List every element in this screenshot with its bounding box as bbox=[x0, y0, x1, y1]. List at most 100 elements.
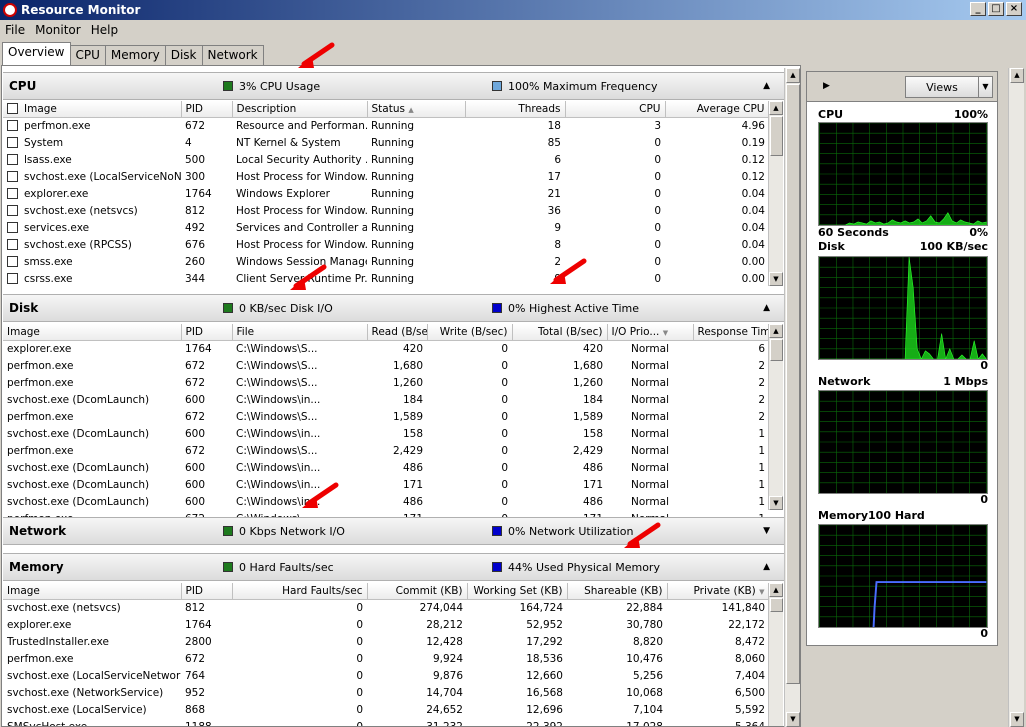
collapse-icon[interactable]: ▲ bbox=[763, 562, 770, 572]
disk-section-header[interactable]: Disk 0 KB/sec Disk I/O 0% Highest Active… bbox=[3, 294, 784, 322]
scroll-thumb[interactable] bbox=[786, 84, 800, 684]
cpu-col-threads[interactable]: Threads bbox=[465, 101, 566, 118]
table-row[interactable]: perfmon.exe 672 C:\Windows\S... 1,680 0 1,680… bbox=[3, 357, 769, 374]
row-checkbox[interactable] bbox=[7, 256, 18, 267]
row-checkbox[interactable] bbox=[7, 205, 18, 216]
disk-col-file[interactable]: File bbox=[232, 324, 368, 341]
scroll-thumb[interactable] bbox=[770, 116, 783, 156]
scroll-down-icon[interactable]: ▼ bbox=[786, 712, 800, 727]
tab-disk[interactable]: Disk bbox=[164, 45, 203, 65]
table-row[interactable]: svchost.exe (DcomLaunch) 600 C:\Windows\in… bbox=[3, 459, 769, 476]
scroll-up-icon[interactable]: ▲ bbox=[1010, 68, 1024, 83]
scroll-up-icon[interactable]: ▲ bbox=[769, 324, 783, 338]
table-row[interactable]: SMSvcHost.exe 1188 0 31,232 22,392 17,028 5,36… bbox=[3, 718, 769, 727]
scroll-up-icon[interactable]: ▲ bbox=[769, 101, 783, 115]
mem-col-hard-faults[interactable]: Hard Faults/sec bbox=[232, 583, 368, 600]
mem-col-image[interactable]: Image bbox=[3, 583, 182, 600]
minimize-button[interactable]: _ bbox=[970, 2, 986, 16]
menu-help[interactable]: Help bbox=[86, 23, 123, 37]
memory-table-scrollbar[interactable]: ▲ bbox=[768, 583, 783, 726]
disk-col-io-priority[interactable]: I/O Prio... ▼ bbox=[607, 324, 694, 341]
views-dropdown[interactable]: Views ▼ bbox=[905, 76, 993, 98]
table-row[interactable]: perfmon.exe 672 Resource and Performan... R… bbox=[3, 117, 769, 134]
disk-col-response-time[interactable]: Response Time... bbox=[693, 324, 770, 341]
graph-pane-scrollbar[interactable]: ▲ ▼ bbox=[1008, 68, 1024, 727]
table-row[interactable]: svchost.exe (netsvcs) 812 0 274,044 164,724 2… bbox=[3, 599, 769, 616]
table-row[interactable]: explorer.exe 1764 0 28,212 52,952 30,780 22,17… bbox=[3, 616, 769, 633]
cpu-section-header[interactable]: CPU 3% CPU Usage 100% Maximum Frequency … bbox=[3, 72, 784, 100]
disk-col-total[interactable]: Total (B/sec) bbox=[512, 324, 608, 341]
scroll-up-icon[interactable]: ▲ bbox=[786, 68, 800, 83]
table-row[interactable]: svchost.exe (RPCSS) 676 Host Process for W… bbox=[3, 236, 769, 253]
disk-col-image[interactable]: Image bbox=[3, 324, 182, 341]
menu-file[interactable]: File bbox=[0, 23, 30, 37]
table-row[interactable]: svchost.exe (LocalServiceNetworkR... 764 0… bbox=[3, 667, 769, 684]
cpu-col-description[interactable]: Description bbox=[232, 101, 368, 118]
table-row[interactable]: svchost.exe (DcomLaunch) 600 C:\Windows\in… bbox=[3, 476, 769, 493]
disk-col-write[interactable]: Write (B/sec) bbox=[427, 324, 513, 341]
mem-col-private[interactable]: Private (KB) ▼ bbox=[667, 583, 770, 600]
tab-network[interactable]: Network bbox=[201, 45, 264, 65]
network-section-header[interactable]: Network 0 Kbps Network I/O 0% Network Ut… bbox=[3, 517, 784, 545]
table-row[interactable]: svchost.exe (LocalServiceNoNet... 300 Host… bbox=[3, 168, 769, 185]
tab-overview[interactable]: Overview bbox=[2, 42, 71, 65]
table-row[interactable]: svchost.exe (netsvcs) 812 Host Process for… bbox=[3, 202, 769, 219]
table-row[interactable]: System 4 NT Kernel & System Running 85 0 0.19 bbox=[3, 134, 769, 151]
mem-col-commit[interactable]: Commit (KB) bbox=[367, 583, 468, 600]
table-row[interactable]: svchost.exe (DcomLaunch) 600 C:\Windows\in… bbox=[3, 391, 769, 408]
maximize-button[interactable]: □ bbox=[988, 2, 1004, 16]
expand-icon[interactable]: ▼ bbox=[763, 526, 770, 536]
row-checkbox[interactable] bbox=[7, 188, 18, 199]
scroll-down-icon[interactable]: ▼ bbox=[769, 272, 783, 286]
memory-section-header[interactable]: Memory 0 Hard Faults/sec 44% Used Physic… bbox=[3, 553, 784, 581]
scroll-up-icon[interactable]: ▲ bbox=[769, 583, 783, 597]
mem-col-pid[interactable]: PID bbox=[181, 583, 233, 600]
table-row[interactable]: svchost.exe (DcomLaunch) 600 C:\Windows\in… bbox=[3, 493, 769, 510]
row-checkbox[interactable] bbox=[7, 273, 18, 284]
table-row[interactable]: TrustedInstaller.exe 2800 0 12,428 17,292 8,8… bbox=[3, 633, 769, 650]
table-row[interactable]: explorer.exe 1764 C:\Windows\S... 420 0 420 No… bbox=[3, 340, 769, 357]
table-row[interactable]: svchost.exe (DcomLaunch) 600 C:\Windows\in… bbox=[3, 425, 769, 442]
disk-col-read[interactable]: Read (B/sec) bbox=[367, 324, 428, 341]
scroll-down-icon[interactable]: ▼ bbox=[1010, 712, 1024, 727]
collapse-icon[interactable]: ▲ bbox=[763, 81, 770, 91]
close-button[interactable]: × bbox=[1006, 2, 1022, 16]
row-checkbox[interactable] bbox=[7, 120, 18, 132]
overview-scrollbar[interactable]: ▲ ▼ bbox=[784, 68, 800, 727]
table-row[interactable]: svchost.exe (LocalService) 868 0 24,652 12,6… bbox=[3, 701, 769, 718]
row-checkbox[interactable] bbox=[7, 222, 18, 233]
table-row[interactable]: services.exe 492 Services and Controller a… bbox=[3, 219, 769, 236]
select-all-checkbox[interactable] bbox=[7, 103, 18, 115]
cpu-col-pid[interactable]: PID bbox=[181, 101, 233, 118]
tab-cpu[interactable]: CPU bbox=[69, 45, 106, 65]
table-row[interactable]: perfmon.exe 672 C:\Windows\S... 1,589 0 1,589… bbox=[3, 408, 769, 425]
tab-memory[interactable]: Memory bbox=[104, 45, 166, 65]
disk-col-pid[interactable]: PID bbox=[181, 324, 233, 341]
menu-monitor[interactable]: Monitor bbox=[30, 23, 86, 37]
table-row[interactable]: explorer.exe 1764 Windows Explorer Running 2… bbox=[3, 185, 769, 202]
cpu-col-average-cpu[interactable]: Average CPU bbox=[665, 101, 770, 118]
cpu-col-cpu[interactable]: CPU bbox=[565, 101, 666, 118]
table-row[interactable]: smss.exe 260 Windows Session Manager Runnin… bbox=[3, 253, 769, 270]
table-row[interactable]: csrss.exe 344 Client Server Runtime Pr... R… bbox=[3, 270, 769, 287]
row-checkbox[interactable] bbox=[7, 137, 18, 148]
row-checkbox[interactable] bbox=[7, 171, 18, 182]
table-row[interactable]: lsass.exe 500 Local Security Authority ...… bbox=[3, 151, 769, 168]
collapse-icon[interactable]: ▲ bbox=[763, 303, 770, 313]
mem-col-working-set[interactable]: Working Set (KB) bbox=[467, 583, 568, 600]
disk-table-scrollbar[interactable]: ▲ ▼ bbox=[768, 324, 783, 510]
scroll-thumb[interactable] bbox=[770, 598, 783, 612]
table-row[interactable]: svchost.exe (NetworkService) 952 0 14,704 16… bbox=[3, 684, 769, 701]
row-checkbox[interactable] bbox=[7, 239, 18, 250]
scroll-down-icon[interactable]: ▼ bbox=[769, 496, 783, 510]
cpu-col-image[interactable]: Image bbox=[3, 101, 182, 118]
row-checkbox[interactable] bbox=[7, 154, 18, 165]
cpu-table-scrollbar[interactable]: ▲ ▼ bbox=[768, 101, 783, 286]
table-row[interactable]: perfmon.exe 672 C:\Windows\S... 1,260 0 1,260… bbox=[3, 374, 769, 391]
table-row[interactable]: perfmon.exe 672 C:\Windows\S... 2,429 0 2,429… bbox=[3, 442, 769, 459]
scroll-thumb[interactable] bbox=[770, 339, 783, 361]
table-row[interactable]: perfmon.exe 672 0 9,924 18,536 10,476 8,060 bbox=[3, 650, 769, 667]
mem-col-shareable[interactable]: Shareable (KB) bbox=[567, 583, 668, 600]
collapse-pane-icon[interactable]: ▶ bbox=[823, 81, 830, 91]
cpu-col-status[interactable]: Status ▲ bbox=[367, 101, 466, 118]
